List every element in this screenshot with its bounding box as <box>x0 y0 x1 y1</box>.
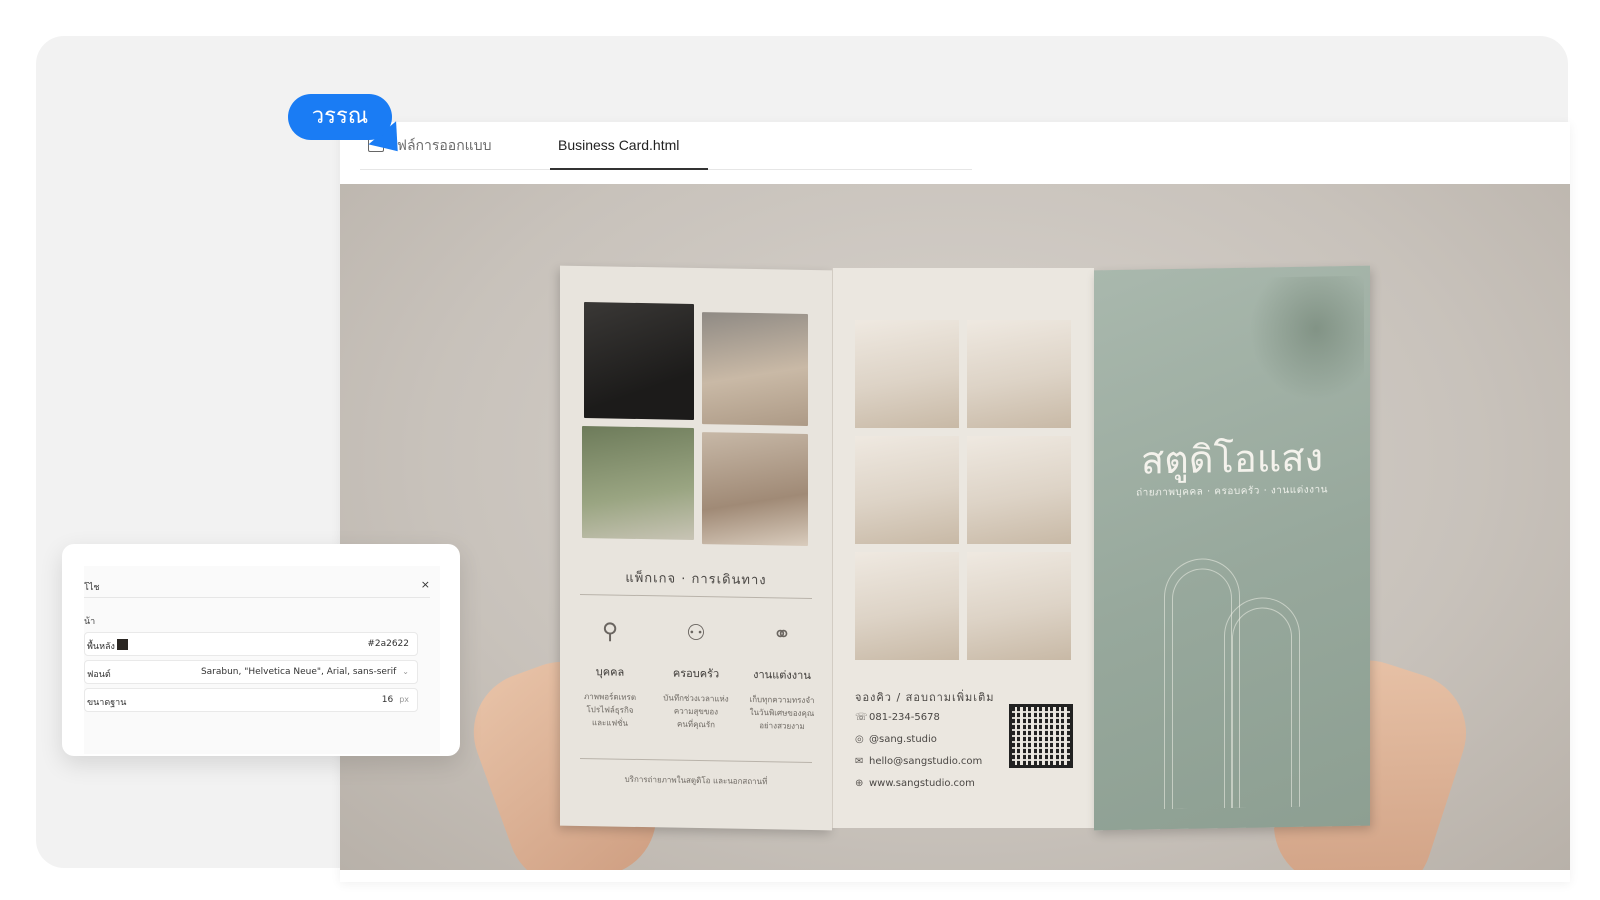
studio-room-photo <box>967 552 1071 660</box>
family-photo <box>702 312 808 426</box>
package-desc: ภาพพอร์ตเทรต โปรไฟล์ธุรกิจ และแฟชั่น <box>583 692 637 728</box>
package-wedding: ⚭ งานแต่งงาน เก็บทุกความทรงจำ ในวันพิเศษ… <box>740 619 824 733</box>
globe-icon: ⊕ <box>855 778 864 789</box>
divider <box>580 757 812 764</box>
close-icon[interactable]: × <box>421 578 430 591</box>
brochure-preview: แพ็กเกจ · การเดินทาง ⚲ บุคคล ภาพพอร์ตเทร… <box>560 265 1370 831</box>
package-desc: บันทึกช่วงเวลาแห่ง ความสุขของ คนที่คุณรั… <box>663 693 729 730</box>
studio-room-photo <box>855 436 959 544</box>
tab-bar: ไฟล์การออกแบบ Business Card.html <box>360 122 972 170</box>
portrait-photo <box>584 302 694 420</box>
contact-website: ⊕ www.sangstudio.com <box>855 778 975 789</box>
wedding-photo <box>582 426 694 540</box>
contact-instagram: ◎ @sang.studio <box>855 734 937 745</box>
person-icon: ⚲ <box>601 619 619 645</box>
base-size-input[interactable]: ขนาดฐาน 16 px <box>84 688 418 712</box>
background-color-field[interactable]: พื้นหลัง #2a2622 <box>84 632 418 656</box>
style-inspector-panel: โไช × น้า พื้นหลัง #2a2622 ฟอนต์ Sarabun… <box>62 544 460 756</box>
family-icon: ⚇ <box>686 620 706 647</box>
tab-business-card[interactable]: Business Card.html <box>550 122 708 170</box>
inspector-title: โไช <box>84 583 100 593</box>
studio-room-photo <box>855 320 959 428</box>
brochure-panel-contact: จองคิว / สอบถามเพิ่มเติม ☏081-234-5678 ◎… <box>832 268 1094 828</box>
package-name: งานแต่งงาน <box>753 667 811 683</box>
user-cursor-label: วรรณ <box>288 94 392 140</box>
studio-room-photo <box>967 436 1071 544</box>
color-swatch[interactable] <box>117 639 128 650</box>
section-label: น้า <box>84 617 96 627</box>
contact-phone: ☏081-234-5678 <box>855 712 940 723</box>
leaf-shadow <box>1244 275 1364 408</box>
instagram-icon: ◎ <box>855 734 864 745</box>
brochure-panel-cover: สตูดิโอแสง ถ่ายภาพบุคคล · ครอบครัว · งาน… <box>1094 265 1370 831</box>
package-name: ครอบครัว <box>672 666 720 681</box>
qr-code-icon <box>1009 704 1073 768</box>
font-family-select[interactable]: ฟอนต์ Sarabun, "Helvetica Neue", Arial, … <box>84 660 418 684</box>
location-note: บริการถ่ายภาพในสตูดิโอ และนอกสถานที่ <box>624 774 768 787</box>
contact-heading: จองคิว / สอบถามเพิ่มเติม <box>855 691 995 704</box>
inspector-body: โไช × น้า พื้นหลัง #2a2622 ฟอนต์ Sarabun… <box>84 566 440 754</box>
package-person: ⚲ บุคคล ภาพพอร์ตเทรต โปรไฟล์ธุรกิจ และแฟ… <box>568 616 652 730</box>
studio-room-photo <box>855 552 959 660</box>
brochure-panel-packages: แพ็กเกจ · การเดินทาง ⚲ บุคคล ภาพพอร์ตเทร… <box>560 265 832 831</box>
preview-canvas[interactable]: แพ็กเกจ · การเดินทาง ⚲ บุคคล ภาพพอร์ตเทร… <box>340 184 1570 870</box>
divider <box>580 593 812 600</box>
rings-icon: ⚭ <box>772 622 792 648</box>
package-name: บุคคล <box>595 665 625 679</box>
package-family: ⚇ ครอบครัว บันทึกช่วงเวลาแห่ง ความสุขของ… <box>654 617 738 731</box>
contact-email: ✉ hello@sangstudio.com <box>855 756 983 767</box>
editor-window: ไฟล์การออกแบบ Business Card.html แพ็กเกจ… <box>340 122 1570 882</box>
mail-icon: ✉ <box>855 756 864 767</box>
arch-graphic <box>1232 606 1292 808</box>
package-desc: เก็บทุกความทรงจำ ในวันพิเศษของคุณ อย่างส… <box>749 694 815 731</box>
package-heading: แพ็กเกจ · การเดินทาง <box>625 570 767 589</box>
chevron-down-icon[interactable]: ⌄ <box>402 667 409 676</box>
studio-room-photo <box>967 320 1071 428</box>
woman-portrait-photo <box>702 432 808 546</box>
phone-icon: ☏ <box>855 712 868 723</box>
arch-graphic <box>1172 568 1232 810</box>
tab-design-files[interactable]: ไฟล์การออกแบบ <box>390 122 520 170</box>
inspector-header: โไช × <box>84 574 430 598</box>
